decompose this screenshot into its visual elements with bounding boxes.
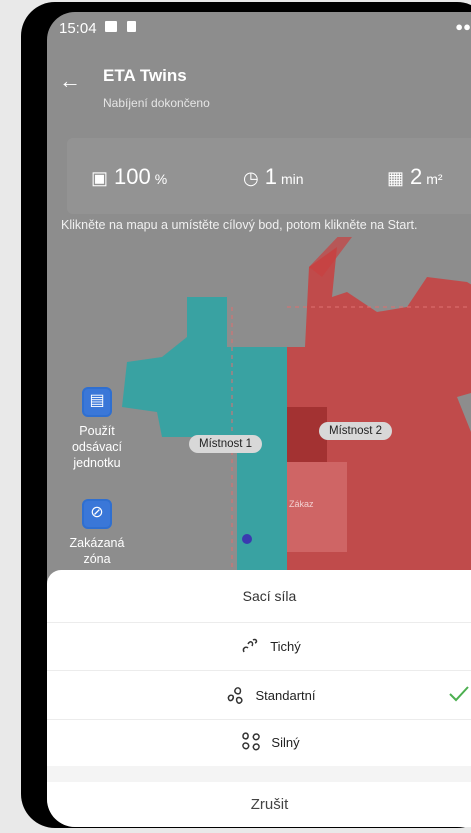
no-go-icon: ⊘: [82, 499, 112, 529]
image-notification-icon: [105, 21, 117, 32]
option-strong[interactable]: Silný: [47, 718, 471, 766]
area-unit: m²: [426, 171, 443, 187]
cancel-button[interactable]: Zrušit: [47, 782, 471, 827]
map-area[interactable]: ▤ Použít odsávací jednotku ⊘ Zakázaná zó…: [47, 227, 471, 577]
area-icon: ▦: [387, 168, 405, 188]
app-screen: 15:04 ●●●▮ ← ETA Twins Nabíjení dokončen…: [47, 12, 471, 827]
suction-unit-icon: ▤: [82, 387, 112, 417]
standard-fan-icon: [227, 687, 243, 704]
stats-panel: ▣ 100 % ◷ 1 min ▦ 2 m²: [67, 138, 471, 214]
suction-unit-tool[interactable]: ▤ Použít odsávací jednotku: [59, 387, 135, 471]
checkmark-icon: [449, 686, 469, 702]
option-standard[interactable]: Standartní: [47, 670, 471, 720]
map-instruction: Klikněte na mapu a umístěte cílový bod, …: [61, 218, 418, 232]
status-time: 15:04: [59, 20, 97, 37]
option-quiet-label: Tichý: [270, 638, 301, 654]
room-label-2[interactable]: Místnost 2: [319, 422, 393, 440]
sheet-divider: [47, 766, 471, 782]
forbidden-zone-label: Zákaz: [289, 499, 314, 509]
clock-icon: ◷: [243, 168, 259, 188]
time-value: 1: [264, 164, 277, 189]
sheet-title: Sací síla: [47, 570, 471, 623]
option-quiet[interactable]: Tichý: [47, 622, 471, 670]
option-standard-label: Standartní: [255, 687, 316, 703]
battery-unit: %: [154, 171, 168, 187]
room-label-1[interactable]: Místnost 1: [189, 435, 263, 453]
time-unit: min: [280, 171, 304, 187]
suction-unit-label: Použít odsávací jednotku: [71, 424, 123, 470]
device-title: ETA Twins: [103, 66, 187, 85]
status-bar: 15:04 ●●●▮: [47, 12, 471, 44]
option-strong-label: Silný: [271, 734, 300, 750]
battery-value: 100: [114, 164, 151, 189]
header: ← ETA Twins Nabíjení dokončeno ✎: [47, 44, 471, 124]
signal-icon: ●●●▮: [455, 19, 471, 34]
battery-stat: ▣ 100 %: [91, 164, 167, 190]
area-stat: ▦ 2 m²: [387, 164, 443, 190]
robot-marker-icon: [242, 534, 252, 544]
battery-icon: ▣: [91, 168, 109, 188]
phone-frame: 15:04 ●●●▮ ← ETA Twins Nabíjení dokončen…: [21, 2, 471, 828]
no-go-label: Zakázaná zóna: [69, 536, 125, 566]
area-value: 2: [410, 164, 423, 189]
no-go-zone-tool[interactable]: ⊘ Zakázaná zóna: [59, 499, 135, 567]
time-stat: ◷ 1 min: [243, 164, 304, 190]
device-status: Nabíjení dokončeno: [103, 96, 210, 110]
quiet-fan-icon: [242, 638, 258, 653]
back-arrow-icon[interactable]: ←: [59, 68, 81, 94]
storage-notification-icon: [127, 21, 136, 32]
suction-power-sheet: Sací síla Tichý Standartní Silný Zrušit: [47, 570, 471, 827]
strong-fan-icon: [242, 732, 261, 751]
